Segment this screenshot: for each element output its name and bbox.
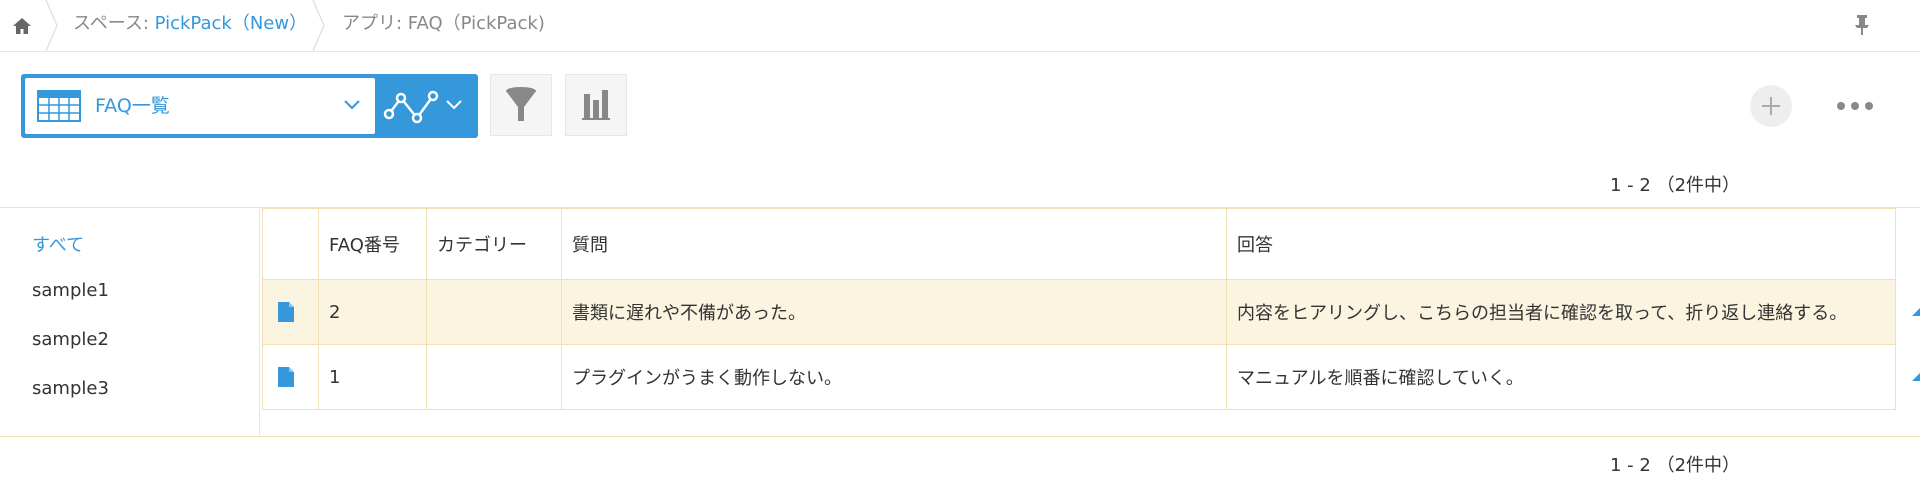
table-header: FAQ番号 カテゴリー 質問 回答 (262, 208, 1896, 280)
home-icon[interactable] (8, 12, 36, 40)
edit-icon[interactable] (1912, 308, 1920, 316)
document-icon[interactable] (277, 366, 295, 388)
breadcrumb-space[interactable]: スペース: PickPack（New） (73, 0, 307, 51)
graph-icon[interactable] (383, 86, 439, 126)
view-name: FAQ一覧 (95, 95, 170, 117)
record-detail-cell[interactable] (262, 279, 319, 345)
cell-answer: マニュアルを順番に確認していく。 (1226, 344, 1896, 410)
table-view-icon (37, 90, 81, 122)
breadcrumb-space-link[interactable]: PickPack（New） (155, 13, 307, 34)
filter-button[interactable] (490, 74, 552, 136)
cell-question: プラグインがうまく動作しない。 (561, 344, 1227, 410)
column-header-question[interactable]: 質問 (561, 208, 1227, 280)
plus-icon (1762, 97, 1780, 115)
cell-faq-no: 1 (318, 344, 427, 410)
cell-faq-no: 2 (318, 279, 427, 345)
pager-count-top: 1 - 2 （2件中） (1610, 175, 1741, 196)
cell-answer: 内容をヒアリングし、こちらの担当者に確認を取って、折り返し連絡する。 (1226, 279, 1896, 345)
cell-category (426, 344, 562, 410)
view-dropdown[interactable]: FAQ一覧 (25, 78, 375, 134)
pager-count-bottom: 1 - 2 （2件中） (1610, 455, 1741, 476)
breadcrumb-app: アプリ: FAQ（PickPack) (342, 13, 545, 34)
pin-icon[interactable] (1852, 14, 1872, 36)
more-icon[interactable] (1837, 98, 1873, 114)
bar-chart-icon (582, 90, 610, 120)
column-header-answer[interactable]: 回答 (1226, 208, 1896, 280)
category-item-sample1[interactable]: sample1 (32, 280, 109, 301)
category-item-sample2[interactable]: sample2 (32, 329, 109, 350)
filter-icon (506, 87, 536, 121)
breadcrumb-separator (45, 0, 58, 51)
graph-chevron-down-icon[interactable] (445, 98, 463, 112)
view-selector[interactable]: FAQ一覧 (21, 74, 478, 138)
breadcrumb: スペース: PickPack（New） アプリ: FAQ（PickPack) (0, 0, 1920, 52)
cell-category (426, 279, 562, 345)
column-header-icon (262, 208, 319, 280)
category-item-all[interactable]: すべて (32, 231, 84, 257)
breadcrumb-separator (312, 0, 325, 51)
chart-button[interactable] (565, 74, 627, 136)
document-icon[interactable] (277, 301, 295, 323)
record-detail-cell[interactable] (262, 344, 319, 410)
table-row[interactable]: 1 プラグインがうまく動作しない。 マニュアルを順番に確認していく。 (262, 344, 1896, 410)
cell-question: 書類に遅れや不備があった。 (561, 279, 1227, 345)
edit-icon[interactable] (1912, 373, 1920, 381)
record-table: FAQ番号 カテゴリー 質問 回答 2 書類に遅れや不備があった。 内容をヒアリ… (262, 208, 1896, 410)
category-item-sample3[interactable]: sample3 (32, 378, 109, 399)
add-record-button[interactable] (1750, 85, 1792, 127)
category-list: すべて sample1 sample2 sample3 (0, 208, 260, 436)
column-header-category[interactable]: カテゴリー (426, 208, 562, 280)
divider (0, 436, 1920, 437)
breadcrumb-space-prefix: スペース: (73, 13, 155, 34)
column-header-faq-no[interactable]: FAQ番号 (318, 208, 427, 280)
table-row[interactable]: 2 書類に遅れや不備があった。 内容をヒアリングし、こちらの担当者に確認を取って… (262, 279, 1896, 345)
chevron-down-icon (344, 100, 360, 110)
